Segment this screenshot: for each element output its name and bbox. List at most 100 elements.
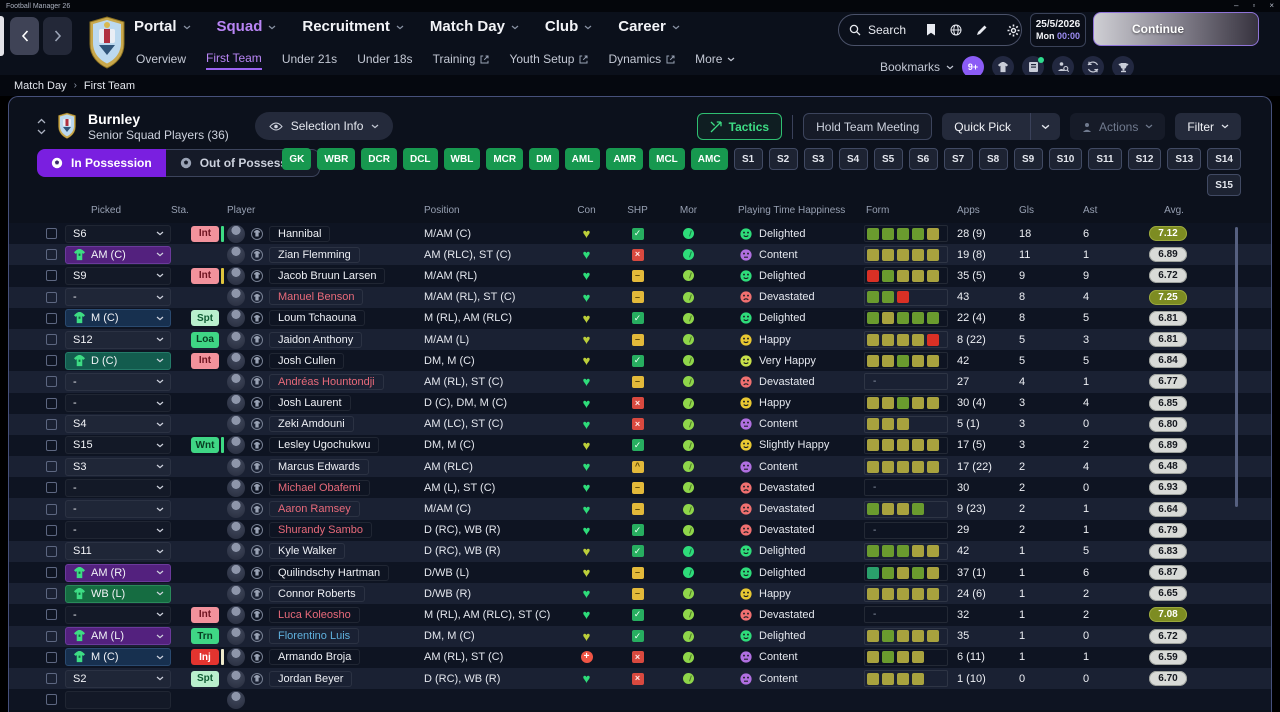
position-chip-mcl[interactable]: MCL (649, 148, 685, 170)
player-shirt-icon[interactable] (251, 545, 263, 558)
picked-dropdown[interactable]: D (C) (65, 351, 171, 370)
column-header[interactable]: Position (424, 205, 561, 216)
menu-match-day[interactable]: Match Day (430, 18, 519, 35)
slot-chip-s9[interactable]: S9 (1013, 148, 1043, 170)
picked-dropdown[interactable]: AM (R) (65, 563, 171, 582)
actions-button[interactable]: Actions (1069, 113, 1166, 140)
menu-portal[interactable]: Portal (134, 18, 191, 35)
column-header[interactable]: Playing Time Happiness (714, 205, 864, 216)
slot-chip-s15[interactable]: S15 (1207, 174, 1241, 196)
picked-dropdown[interactable]: AM (L) (65, 627, 171, 646)
player-shirt-icon[interactable] (251, 333, 263, 346)
picked-dropdown[interactable]: AM (C) (65, 245, 171, 264)
row-checkbox[interactable] (46, 503, 57, 515)
player-shirt-icon[interactable] (251, 481, 263, 494)
player-shirt-icon[interactable] (251, 651, 263, 664)
column-header[interactable]: Form (864, 205, 949, 216)
player-name[interactable]: Josh Cullen (269, 352, 345, 369)
tab-youth-setup[interactable]: Youth Setup (509, 52, 588, 69)
player-shirt-icon[interactable] (251, 630, 263, 643)
column-header[interactable]: Player (227, 205, 424, 216)
position-chip-wbl[interactable]: WBL (443, 148, 481, 170)
maximize-button[interactable]: ▫ (1252, 2, 1255, 10)
picked-dropdown[interactable]: - (65, 478, 171, 497)
row-checkbox[interactable] (46, 439, 57, 451)
row-checkbox[interactable] (46, 673, 57, 685)
player-shirt-icon[interactable] (251, 524, 263, 537)
settings-button[interactable] (997, 15, 1021, 45)
player-shirt-icon[interactable] (251, 375, 263, 388)
player-name[interactable]: Zeki Amdouni (269, 416, 354, 433)
position-chip-gk[interactable]: GK (282, 148, 312, 170)
tab-under-21s[interactable]: Under 21s (282, 52, 337, 69)
bookmarks-dropdown[interactable]: Bookmarks (880, 60, 954, 74)
row-checkbox[interactable] (46, 630, 57, 642)
column-header[interactable]: Gls (1011, 205, 1075, 216)
player-shirt-icon[interactable] (251, 291, 263, 304)
hold-team-meeting-button[interactable]: Hold Team Meeting (803, 113, 933, 140)
search-button[interactable]: Search (839, 15, 916, 45)
edit-icon[interactable] (976, 25, 987, 36)
column-header[interactable]: SHP (612, 205, 663, 216)
scrollbar[interactable] (1235, 227, 1238, 507)
picked-dropdown[interactable]: - (65, 372, 171, 391)
player-shirt-icon[interactable] (251, 608, 263, 621)
breadcrumb-item[interactable]: First Team (84, 80, 135, 92)
column-header[interactable]: Mor (663, 205, 714, 216)
picked-dropdown[interactable]: WB (L) (65, 584, 171, 603)
player-shirt-icon[interactable] (251, 439, 263, 452)
position-chip-amr[interactable]: AMR (606, 148, 644, 170)
picked-dropdown[interactable]: - (65, 500, 171, 519)
club-name[interactable]: Burnley (88, 111, 229, 128)
picked-dropdown[interactable]: S9 (65, 266, 171, 285)
picked-dropdown[interactable] (65, 690, 171, 709)
row-checkbox[interactable] (46, 482, 57, 494)
picked-dropdown[interactable]: M (C) (65, 648, 171, 667)
row-checkbox[interactable] (46, 397, 57, 409)
collapse-up-icon[interactable] (37, 118, 46, 124)
slot-chip-s11[interactable]: S11 (1088, 148, 1122, 170)
player-name[interactable]: Andréas Hountondji (269, 373, 384, 390)
position-chip-dcr[interactable]: DCR (361, 148, 397, 170)
row-checkbox[interactable] (46, 651, 57, 663)
player-name[interactable]: Florentino Luis (269, 628, 360, 645)
row-checkbox[interactable] (46, 312, 57, 324)
position-chip-mcr[interactable]: MCR (486, 148, 524, 170)
picked-dropdown[interactable]: S3 (65, 457, 171, 476)
breadcrumb-item[interactable]: Match Day (14, 80, 67, 92)
back-button[interactable] (10, 17, 39, 55)
player-name[interactable]: Michael Obafemi (269, 479, 370, 496)
column-header[interactable]: Con (561, 205, 612, 216)
player-name[interactable]: Marcus Edwards (269, 458, 369, 475)
picked-dropdown[interactable]: - (65, 394, 171, 413)
in-possession-tab[interactable]: In Possession (37, 149, 166, 177)
tab-more[interactable]: More (695, 52, 735, 69)
player-shirt-icon[interactable] (251, 566, 263, 579)
row-checkbox[interactable] (46, 461, 57, 473)
picked-dropdown[interactable]: - (65, 605, 171, 624)
position-chip-wbr[interactable]: WBR (317, 148, 356, 170)
collapse-down-icon[interactable] (37, 129, 46, 135)
player-name[interactable]: Josh Laurent (269, 395, 351, 412)
menu-career[interactable]: Career (618, 18, 680, 35)
position-chip-dm[interactable]: DM (529, 148, 559, 170)
filter-button[interactable]: Filter (1175, 113, 1241, 140)
player-name[interactable]: Lesley Ugochukwu (269, 437, 380, 454)
picked-dropdown[interactable]: M (C) (65, 309, 171, 328)
tab-training[interactable]: Training (433, 52, 490, 69)
close-button[interactable]: × (1269, 2, 1274, 10)
player-shirt-icon[interactable] (251, 248, 263, 261)
slot-chip-s5[interactable]: S5 (873, 148, 903, 170)
column-header[interactable]: Picked (63, 205, 171, 216)
row-checkbox[interactable] (46, 334, 57, 346)
row-checkbox[interactable] (46, 249, 57, 261)
slot-chip-s8[interactable]: S8 (978, 148, 1008, 170)
player-name[interactable]: Hannibal (269, 225, 331, 242)
position-chip-amc[interactable]: AMC (690, 148, 728, 170)
slot-chip-s12[interactable]: S12 (1127, 148, 1162, 170)
continue-button[interactable]: Continue (1093, 12, 1259, 46)
picked-dropdown[interactable]: S11 (65, 542, 171, 561)
row-checkbox[interactable] (46, 228, 57, 240)
menu-club[interactable]: Club (545, 18, 592, 35)
tab-under-18s[interactable]: Under 18s (357, 52, 412, 69)
